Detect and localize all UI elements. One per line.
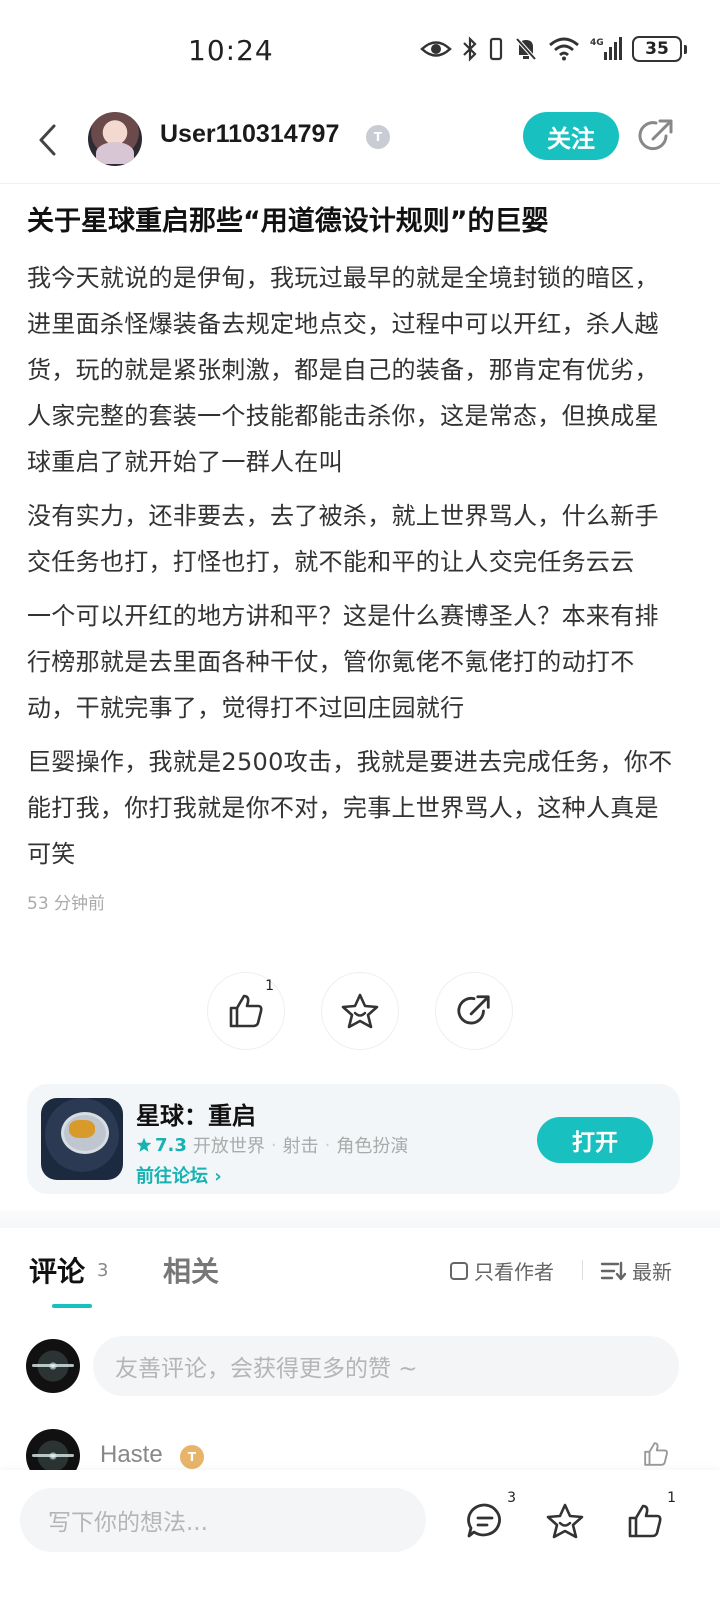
- status-bar: 10:24 4G 35: [0, 0, 720, 100]
- chevron-left-icon: [39, 124, 56, 156]
- post-paragraph: 一个可以开红的地方讲和平？这是什么赛博圣人？本来有排行榜那就是去里面各种干仗，管…: [27, 602, 659, 722]
- thumbs-up-icon: [229, 994, 263, 1028]
- status-time: 10:24: [188, 34, 274, 67]
- forum-link[interactable]: 前往论坛 ›: [136, 1162, 222, 1188]
- mute-bell-icon: [515, 37, 537, 61]
- follow-button[interactable]: 关注: [523, 112, 619, 160]
- sort-button[interactable]: 最新: [600, 1256, 672, 1285]
- share-button[interactable]: [636, 116, 676, 156]
- bottom-comment-count: 3: [507, 1490, 516, 1506]
- filter-divider: [582, 1260, 583, 1280]
- thumbs-up-icon: [628, 1504, 662, 1538]
- commenter-level-badge: T: [180, 1445, 204, 1469]
- status-icons: 4G 35: [420, 36, 687, 62]
- favorite-button[interactable]: [321, 972, 399, 1050]
- favorite-bottom-button[interactable]: [542, 1498, 588, 1544]
- author-avatar[interactable]: [88, 112, 142, 166]
- post-actions: 1: [0, 972, 720, 1052]
- game-tag: 角色扮演: [336, 1136, 409, 1157]
- tag-separator: ·: [324, 1134, 331, 1156]
- game-meta: 7.3 开放世界 · 射击 · 角色扮演: [136, 1132, 408, 1158]
- author-only-checkbox[interactable]: [450, 1261, 468, 1280]
- post-body: 关于星球重启那些“用道德设计规则”的巨婴 我今天就说的是伊甸，我玩过最早的就是全…: [27, 203, 677, 914]
- bottom-like-count: 1: [667, 1490, 676, 1506]
- sort-label: 最新: [632, 1260, 672, 1284]
- share-post-button[interactable]: [435, 972, 513, 1050]
- like-count: 1: [265, 978, 274, 994]
- author-username[interactable]: User110314797: [160, 120, 339, 149]
- game-name: 星球：重启: [136, 1102, 256, 1130]
- author-only-filter[interactable]: 只看作者: [450, 1256, 554, 1285]
- post-header: User110314797 T 关注: [0, 100, 720, 184]
- signal-icon: 4G: [590, 37, 622, 60]
- comment-count: 3: [97, 1260, 109, 1281]
- share-icon: [457, 995, 490, 1025]
- comment-like-button[interactable]: [642, 1441, 670, 1471]
- bluetooth-icon: [463, 36, 477, 62]
- back-button[interactable]: [26, 118, 70, 162]
- like-bottom-button[interactable]: 1: [622, 1490, 676, 1544]
- commenter-name[interactable]: Haste: [100, 1441, 163, 1469]
- comment-input[interactable]: 友善评论，会获得更多的赞 ~: [93, 1336, 679, 1396]
- svg-text:4G: 4G: [590, 38, 604, 48]
- game-icon-image: [41, 1098, 123, 1180]
- tab-related[interactable]: 相关: [163, 1250, 219, 1290]
- game-rating-value: 7.3: [155, 1134, 187, 1156]
- comments-button[interactable]: 3: [462, 1490, 516, 1544]
- tag-separator: ·: [270, 1134, 277, 1156]
- active-tab-indicator: [52, 1304, 92, 1308]
- comment-item: Haste T: [0, 1425, 720, 1483]
- game-card[interactable]: 星球：重启 7.3 开放世界 · 射击 · 角色扮演 前往论坛 › 打开: [27, 1084, 680, 1194]
- author-only-label: 只看作者: [474, 1260, 554, 1284]
- post-paragraph: 没有实力，还非要去，去了被杀，就上世界骂人，什么新手交任务也打，打怪也打，就不能…: [27, 502, 659, 576]
- post-title: 关于星球重启那些“用道德设计规则”的巨婴: [27, 206, 549, 237]
- vibrate-icon: [489, 37, 503, 61]
- game-tag: 射击: [282, 1136, 319, 1157]
- sort-icon: [600, 1261, 626, 1280]
- game-tag: 开放世界: [192, 1136, 265, 1157]
- tab-comments[interactable]: 评论: [29, 1250, 85, 1290]
- eye-icon: [420, 41, 452, 57]
- comment-compose-row: 友善评论，会获得更多的赞 ~: [0, 1335, 720, 1399]
- star-filled-icon: [136, 1137, 152, 1152]
- game-rating: 7.3: [136, 1135, 187, 1156]
- star-icon: [546, 1503, 584, 1539]
- star-icon: [341, 993, 379, 1029]
- wifi-icon: [549, 37, 579, 61]
- reply-input[interactable]: 写下你的想法...: [20, 1488, 426, 1552]
- section-divider: [0, 1210, 720, 1228]
- bottom-bar: 写下你的想法... 3 1: [0, 1470, 720, 1600]
- open-game-button[interactable]: 打开: [537, 1117, 653, 1163]
- post-paragraph: 我今天就说的是伊甸，我玩过最早的就是全境封锁的暗区，进里面杀怪爆装备去规定地点交…: [27, 264, 659, 476]
- share-icon: [638, 119, 673, 151]
- like-button[interactable]: 1: [207, 972, 285, 1050]
- post-paragraph: 巨婴操作，我就是2500攻击，我就是要进去完成任务，你不能打我，你打我就是你不对…: [27, 748, 673, 868]
- comment-bubble-icon: [467, 1503, 501, 1538]
- thumbs-up-icon: [644, 1442, 668, 1466]
- battery-indicator: 35: [632, 36, 687, 62]
- current-user-avatar: [26, 1339, 80, 1393]
- comment-tabs: 评论 3 相关 只看作者 最新: [0, 1228, 720, 1318]
- author-level-badge: T: [366, 125, 390, 149]
- post-timestamp: 53 分钟前: [27, 894, 106, 914]
